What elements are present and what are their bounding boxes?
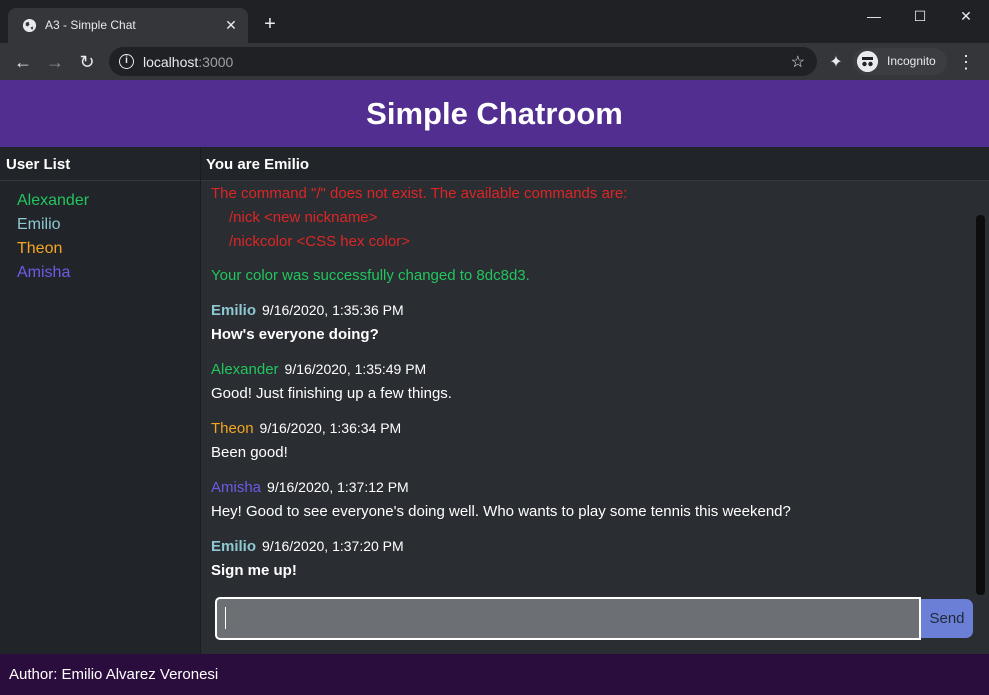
message-author: Alexander: [211, 361, 279, 378]
message-meta: Amisha 9/16/2020, 1:37:12 PM: [211, 475, 971, 500]
message-log[interactable]: The command "/" does not exist. The avai…: [211, 182, 971, 592]
address-bar[interactable]: i localhost:3000 ☆: [109, 47, 817, 76]
user-list-item: Emilio: [17, 216, 61, 233]
command-nickcolor-text: /nickcolor <CSS hex color>: [229, 233, 410, 250]
user-list: Alexander Emilio Theon Amisha: [0, 181, 200, 285]
incognito-indicator[interactable]: Incognito: [853, 48, 947, 75]
message-author: Emilio: [211, 538, 257, 555]
bookmark-star-icon[interactable]: ☆: [791, 52, 805, 72]
message-text: Good! Just finishing up a few things.: [211, 385, 452, 402]
page-header: Simple Chatroom: [0, 80, 989, 147]
close-tab-icon[interactable]: ✕: [222, 16, 240, 34]
new-tab-icon[interactable]: +: [260, 14, 280, 34]
browser-menu-icon[interactable]: ⋮: [957, 51, 975, 73]
message-input[interactable]: [215, 597, 921, 640]
page-title: Simple Chatroom: [366, 95, 623, 131]
message-timestamp: 9/16/2020, 1:36:34 PM: [259, 420, 402, 436]
page-footer: Author: Emilio Alvarez Veronesi: [0, 654, 989, 695]
message-text: Hey! Good to see everyone's doing well. …: [211, 503, 791, 520]
text-caret: [225, 607, 226, 629]
chat-message: Amisha 9/16/2020, 1:37:12 PM Hey! Good to …: [211, 475, 971, 524]
site-info-icon[interactable]: i: [119, 54, 134, 69]
url-text: localhost:3000: [143, 54, 234, 70]
minimize-icon[interactable]: —: [851, 0, 897, 32]
chat-message: Alexander 9/16/2020, 1:35:49 PM Good! Just…: [211, 357, 971, 406]
message-timestamp: 9/16/2020, 1:37:12 PM: [267, 479, 409, 495]
message-author: Theon: [211, 420, 254, 437]
user-list-heading: User List: [0, 147, 200, 181]
forward-arrow-icon[interactable]: →: [43, 50, 67, 74]
error-text: The command "/" does not exist. The avai…: [211, 185, 628, 202]
globe-icon: [22, 18, 37, 33]
message-scrollbar[interactable]: [976, 215, 985, 595]
message-author: Emilio: [211, 302, 257, 319]
message-composer: Send: [215, 597, 973, 640]
send-button[interactable]: Send: [921, 599, 973, 638]
command-nick-text: /nick <new nickname>: [229, 209, 378, 226]
chat-message: Emilio 9/16/2020, 1:35:36 PM How's everyon…: [211, 298, 971, 347]
window-close-icon[interactable]: ✕: [943, 0, 989, 32]
message-author: Amisha: [211, 479, 262, 496]
chat-message: Emilio 9/16/2020, 1:37:20 PM Sign me up!: [211, 534, 971, 583]
back-arrow-icon[interactable]: ←: [11, 50, 35, 74]
message-meta: Alexander 9/16/2020, 1:35:49 PM: [211, 357, 971, 382]
user-list-item: Theon: [17, 240, 63, 257]
message-text: How's everyone doing?: [211, 326, 379, 343]
message-list: Emilio 9/16/2020, 1:35:36 PM How's everyon…: [211, 298, 971, 583]
maximize-icon[interactable]: ☐: [897, 0, 943, 32]
system-error-message: The command "/" does not exist. The avai…: [211, 182, 971, 254]
extensions-puzzle-icon[interactable]: ✦: [826, 52, 846, 72]
message-text: Sign me up!: [211, 562, 297, 579]
message-timestamp: 9/16/2020, 1:37:20 PM: [262, 538, 404, 554]
message-meta: Emilio 9/16/2020, 1:35:36 PM: [211, 298, 971, 323]
browser-tabstrip: A3 - Simple Chat ✕ + — ☐ ✕: [0, 0, 989, 43]
message-meta: Emilio 9/16/2020, 1:37:20 PM: [211, 534, 971, 559]
browser-tab[interactable]: A3 - Simple Chat ✕: [8, 8, 248, 43]
user-list-item: Amisha: [17, 264, 71, 281]
incognito-icon: [857, 51, 878, 72]
browser-toolbar: ← → ↻ i localhost:3000 ☆ ✦ Incognito ⋮: [0, 43, 989, 80]
tab-title: A3 - Simple Chat: [45, 18, 136, 32]
current-user-heading: You are Emilio: [201, 147, 989, 181]
chat-page: Simple Chatroom User List Alexander Emili…: [0, 80, 989, 695]
chat-panel: You are Emilio The command "/" does not …: [201, 147, 989, 654]
message-meta: Theon 9/16/2020, 1:36:34 PM: [211, 416, 971, 441]
chat-message: Theon 9/16/2020, 1:36:34 PM Been good!: [211, 416, 971, 465]
system-success-message: Your color was successfully changed to 8…: [211, 267, 530, 284]
reload-icon[interactable]: ↻: [75, 50, 99, 74]
message-timestamp: 9/16/2020, 1:35:36 PM: [262, 302, 404, 318]
message-text: Been good!: [211, 444, 288, 461]
incognito-label: Incognito: [887, 54, 936, 68]
user-list-panel: User List Alexander Emilio Theon Amisha: [0, 147, 201, 654]
message-timestamp: 9/16/2020, 1:35:49 PM: [284, 361, 427, 377]
user-list-item: Alexander: [17, 192, 90, 209]
